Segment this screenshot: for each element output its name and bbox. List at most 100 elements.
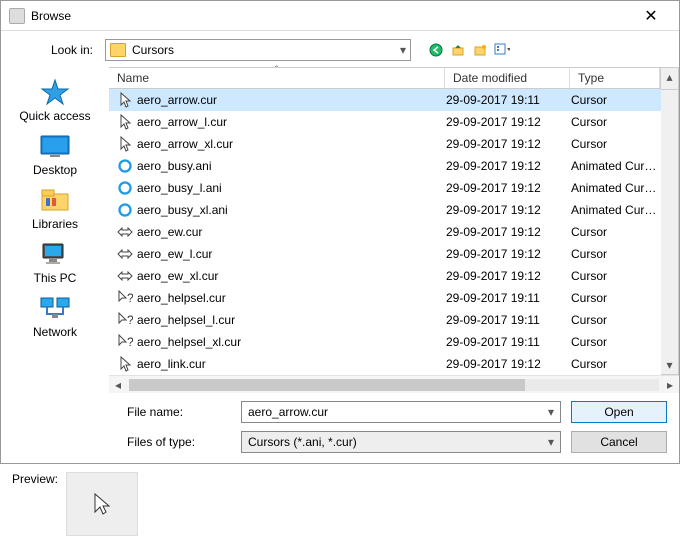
scroll-thumb[interactable] bbox=[129, 379, 525, 391]
file-type: Animated Cursor bbox=[571, 203, 661, 217]
file-date: 29-09-2017 19:11 bbox=[446, 93, 571, 107]
ew-cursor-icon bbox=[115, 249, 135, 259]
file-row[interactable]: ?aero_helpsel.cur29-09-2017 19:11Cursor bbox=[109, 287, 661, 309]
file-type: Cursor bbox=[571, 291, 661, 305]
desktop-icon bbox=[38, 131, 72, 161]
lookin-combo[interactable]: Cursors ▾ bbox=[105, 39, 411, 61]
help-cursor-icon: ? bbox=[115, 334, 135, 350]
help-cursor-icon: ? bbox=[115, 290, 135, 306]
arrow-cursor-icon bbox=[115, 92, 135, 108]
file-type: Cursor bbox=[571, 225, 661, 239]
cancel-button[interactable]: Cancel bbox=[571, 431, 667, 453]
svg-text:?: ? bbox=[127, 313, 133, 327]
file-type: Animated Cursor bbox=[571, 159, 661, 173]
filename-input[interactable]: aero_arrow.cur ▾ bbox=[241, 401, 561, 423]
file-name: aero_helpsel.cur bbox=[135, 291, 446, 305]
up-icon[interactable] bbox=[449, 41, 467, 59]
place-label: Network bbox=[33, 325, 77, 339]
file-type: Cursor bbox=[571, 269, 661, 283]
file-list[interactable]: aero_arrow.cur29-09-2017 19:11Cursoraero… bbox=[109, 89, 661, 375]
file-row[interactable]: aero_arrow_xl.cur29-09-2017 19:12Cursor bbox=[109, 133, 661, 155]
file-date: 29-09-2017 19:12 bbox=[446, 137, 571, 151]
file-name: aero_busy_xl.ani bbox=[135, 203, 446, 217]
scroll-top-arrow[interactable]: ▴ bbox=[661, 67, 679, 89]
file-name: aero_busy_l.ani bbox=[135, 181, 446, 195]
busy-cursor-icon bbox=[115, 159, 135, 173]
star-icon bbox=[38, 77, 72, 107]
file-name: aero_ew_xl.cur bbox=[135, 269, 446, 283]
scroll-right-arrow[interactable]: ▸ bbox=[661, 378, 679, 392]
toolbar-icons bbox=[427, 41, 511, 59]
file-row[interactable]: aero_ew_l.cur29-09-2017 19:12Cursor bbox=[109, 243, 661, 265]
file-date: 29-09-2017 19:11 bbox=[446, 313, 571, 327]
horizontal-scrollbar[interactable]: ◂ ▸ bbox=[109, 375, 679, 393]
busy-cursor-icon bbox=[115, 203, 135, 217]
chevron-down-icon: ▾ bbox=[548, 435, 554, 449]
column-type[interactable]: Type bbox=[570, 68, 660, 88]
place-label: This PC bbox=[34, 271, 77, 285]
busy-cursor-icon bbox=[115, 181, 135, 195]
file-row[interactable]: ?aero_helpsel_xl.cur29-09-2017 19:11Curs… bbox=[109, 331, 661, 353]
file-name: aero_helpsel_xl.cur bbox=[135, 335, 446, 349]
column-name[interactable]: Name bbox=[109, 68, 445, 88]
file-row[interactable]: aero_arrow_l.cur29-09-2017 19:12Cursor bbox=[109, 111, 661, 133]
chevron-down-icon: ▾ bbox=[400, 43, 406, 57]
filter-combo[interactable]: Cursors (*.ani, *.cur) ▾ bbox=[241, 431, 561, 453]
file-area: Name Date modified Type ▴ aero_arrow.cur… bbox=[109, 67, 679, 463]
file-row[interactable]: aero_ew_xl.cur29-09-2017 19:12Cursor bbox=[109, 265, 661, 287]
new-folder-icon[interactable] bbox=[471, 41, 489, 59]
preview-label: Preview: bbox=[12, 472, 58, 486]
place-network[interactable]: Network bbox=[33, 293, 77, 339]
file-row[interactable]: aero_link.cur29-09-2017 19:12Cursor bbox=[109, 353, 661, 375]
file-row[interactable]: aero_busy_xl.ani29-09-2017 19:12Animated… bbox=[109, 199, 661, 221]
cursor-preview-icon bbox=[92, 492, 112, 516]
place-label: Quick access bbox=[19, 109, 90, 123]
place-star[interactable]: Quick access bbox=[19, 77, 90, 123]
pc-icon bbox=[38, 239, 72, 269]
file-row[interactable]: aero_ew.cur29-09-2017 19:12Cursor bbox=[109, 221, 661, 243]
app-icon bbox=[9, 8, 25, 24]
column-date[interactable]: Date modified bbox=[445, 68, 570, 88]
file-row[interactable]: ?aero_helpsel_l.cur29-09-2017 19:11Curso… bbox=[109, 309, 661, 331]
lookin-row: Look in: Cursors ▾ bbox=[1, 31, 679, 67]
place-desktop[interactable]: Desktop bbox=[33, 131, 77, 177]
file-date: 29-09-2017 19:12 bbox=[446, 159, 571, 173]
place-label: Libraries bbox=[32, 217, 78, 231]
back-icon[interactable] bbox=[427, 41, 445, 59]
filter-label: Files of type: bbox=[121, 435, 231, 449]
libraries-icon bbox=[38, 185, 72, 215]
open-button[interactable]: Open bbox=[571, 401, 667, 423]
file-date: 29-09-2017 19:11 bbox=[446, 335, 571, 349]
file-row[interactable]: aero_busy.ani29-09-2017 19:12Animated Cu… bbox=[109, 155, 661, 177]
preview-strip: Preview: bbox=[0, 464, 680, 544]
file-name: aero_arrow_xl.cur bbox=[135, 137, 446, 151]
file-row[interactable]: aero_arrow.cur29-09-2017 19:11Cursor bbox=[109, 89, 661, 111]
file-date: 29-09-2017 19:12 bbox=[446, 247, 571, 261]
file-type: Cursor bbox=[571, 247, 661, 261]
view-menu-icon[interactable] bbox=[493, 41, 511, 59]
place-pc[interactable]: This PC bbox=[34, 239, 77, 285]
file-name: aero_ew_l.cur bbox=[135, 247, 446, 261]
file-date: 29-09-2017 19:12 bbox=[446, 181, 571, 195]
file-type: Animated Cursor bbox=[571, 181, 661, 195]
file-type: Cursor bbox=[571, 93, 661, 107]
file-type: Cursor bbox=[571, 335, 661, 349]
chevron-down-icon: ▾ bbox=[548, 405, 554, 419]
ew-cursor-icon bbox=[115, 227, 135, 237]
file-name: aero_link.cur bbox=[135, 357, 446, 371]
bottom-panel: File name: aero_arrow.cur ▾ Open Files o… bbox=[109, 393, 679, 463]
preview-box bbox=[66, 472, 138, 536]
file-name: aero_busy.ani bbox=[135, 159, 446, 173]
vertical-scrollbar[interactable]: ▾ bbox=[661, 89, 679, 375]
file-date: 29-09-2017 19:12 bbox=[446, 115, 571, 129]
file-name: aero_ew.cur bbox=[135, 225, 446, 239]
scroll-down-arrow[interactable]: ▾ bbox=[666, 356, 672, 374]
file-name: aero_arrow_l.cur bbox=[135, 115, 446, 129]
place-libraries[interactable]: Libraries bbox=[32, 185, 78, 231]
scroll-left-arrow[interactable]: ◂ bbox=[109, 378, 127, 392]
network-icon bbox=[38, 293, 72, 323]
file-type: Cursor bbox=[571, 313, 661, 327]
file-type: Cursor bbox=[571, 115, 661, 129]
file-row[interactable]: aero_busy_l.ani29-09-2017 19:12Animated … bbox=[109, 177, 661, 199]
close-button[interactable]: ✕ bbox=[631, 6, 671, 26]
